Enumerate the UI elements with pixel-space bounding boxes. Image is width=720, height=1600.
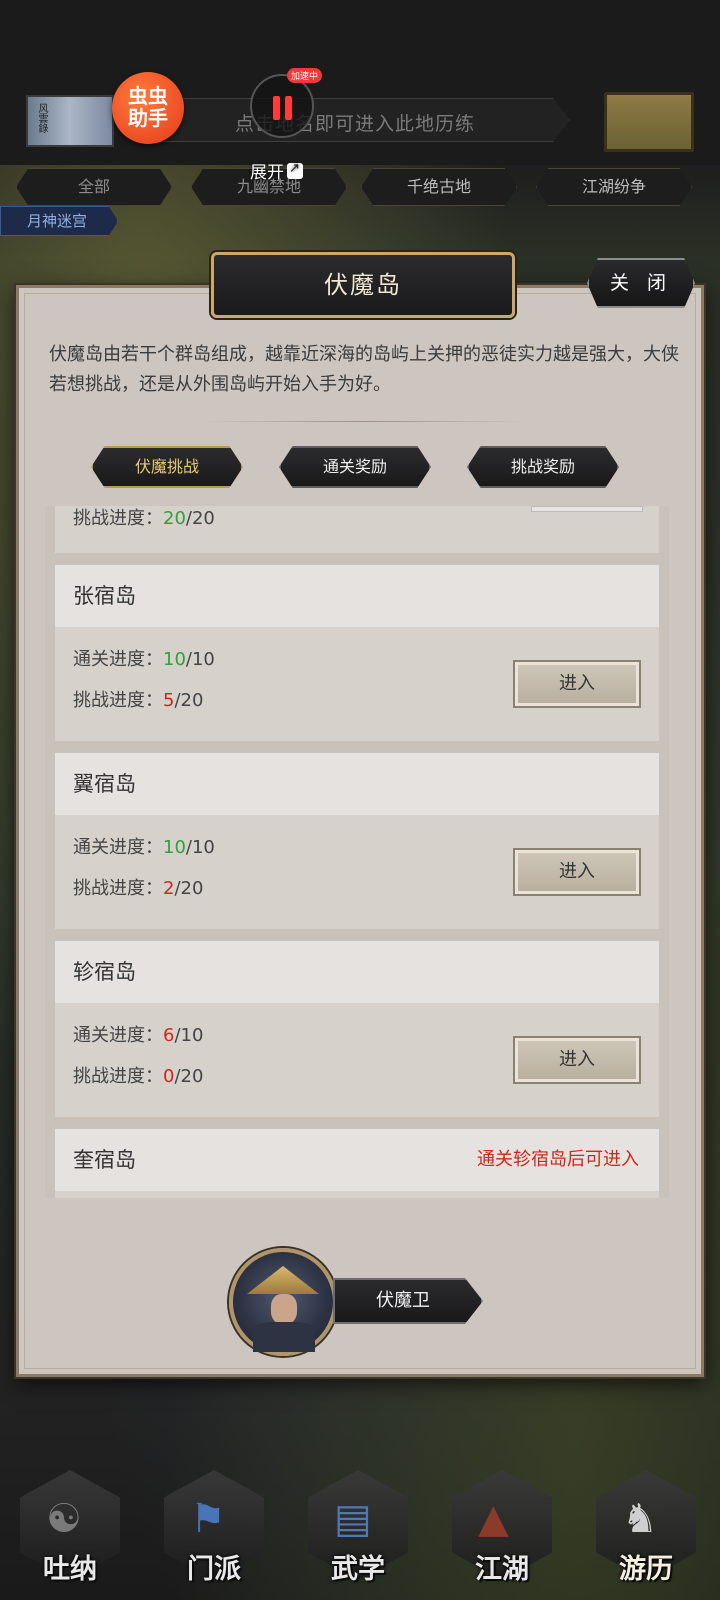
- divider: [199, 421, 529, 422]
- meditation-icon: ☯: [46, 1496, 82, 1542]
- island-name: 奎宿岛 通关轸宿岛后可进入: [55, 1129, 659, 1191]
- nav-jianghu[interactable]: ▲ 江湖: [440, 1470, 564, 1600]
- challenge-progress: 挑战进度：5/20: [73, 690, 204, 711]
- book-icon: ▤: [334, 1496, 372, 1542]
- list-item: 挑战进度：20/20: [55, 506, 659, 553]
- island-name: 张宿岛: [55, 565, 659, 627]
- list-item: 轸宿岛 通关进度：6/10 挑战进度：0/20 进入: [55, 941, 659, 1117]
- enter-button[interactable]: 进入: [513, 848, 641, 896]
- island-dialog: 伏魔岛 关 闭 伏魔岛由若干个群岛组成，越靠近深海的岛屿上关押的恶徒实力越是强大…: [16, 252, 704, 1377]
- enter-button[interactable]: 进入: [513, 1036, 641, 1084]
- nav-travel[interactable]: ♞ 游历: [584, 1470, 708, 1600]
- map-region-tabs: 全部 九幽禁地 千绝古地 江湖纷争: [16, 168, 706, 208]
- npc-avatar[interactable]: [229, 1248, 337, 1356]
- lock-requirement: 通关轸宿岛后可进入: [477, 1149, 639, 1170]
- scroll-thumbnail[interactable]: 风雲錄: [26, 95, 114, 147]
- dialog-title: 伏魔岛: [211, 252, 515, 318]
- tab-fumo-challenge[interactable]: 伏魔挑战: [91, 446, 243, 488]
- expand-icon: [287, 161, 303, 179]
- nav-tuna[interactable]: ☯ 吐纳: [8, 1470, 132, 1600]
- assistant-logo[interactable]: 虫虫 助手: [112, 72, 184, 144]
- clear-progress: 通关进度：10/10: [73, 649, 215, 670]
- island-name: 翼宿岛: [55, 753, 659, 815]
- map-hint-bar: 点击地名即可进入此地历练: [150, 98, 570, 142]
- island-list[interactable]: 挑战进度：20/20 张宿岛 通关进度：10/10 挑战进度：5/20 进入 翼…: [45, 506, 669, 1198]
- clear-progress: 通关进度：10/10: [73, 837, 215, 858]
- tab-clear-rewards[interactable]: 通关奖励: [279, 446, 431, 488]
- enter-button[interactable]: [531, 506, 643, 512]
- challenge-progress: 挑战进度：20/20: [73, 508, 215, 529]
- speed-badge: 加速中: [287, 68, 323, 83]
- nav-martial-arts[interactable]: ▤ 武学: [296, 1470, 420, 1600]
- map-tab-all[interactable]: 全部: [16, 168, 172, 206]
- bottom-nav: ☯ 吐纳 ⚑ 门派 ▤ 武学 ▲ 江湖 ♞ 游历: [0, 1450, 720, 1600]
- list-item-locked: 奎宿岛 通关轸宿岛后可进入: [55, 1129, 659, 1198]
- challenge-progress: 挑战进度：0/20: [73, 1066, 204, 1087]
- pause-button[interactable]: [250, 74, 314, 138]
- banner-icon: ⚑: [190, 1496, 226, 1542]
- world-map-thumbnail[interactable]: [604, 92, 694, 152]
- expand-button[interactable]: 展开: [250, 158, 303, 183]
- dialog-description: 伏魔岛由若干个群岛组成，越靠近深海的岛屿上关押的恶徒实力越是强大，大侠若想挑战，…: [49, 344, 679, 395]
- tab-challenge-rewards[interactable]: 挑战奖励: [467, 446, 619, 488]
- nav-sect[interactable]: ⚑ 门派: [152, 1470, 276, 1600]
- straw-hat-icon: [247, 1266, 319, 1294]
- list-item: 张宿岛 通关进度：10/10 挑战进度：5/20 进入: [55, 565, 659, 741]
- npc-name-plate[interactable]: 伏魔卫: [333, 1278, 483, 1324]
- map-tab-qianjue[interactable]: 千绝古地: [361, 168, 517, 206]
- clear-progress: 通关进度：6/10: [73, 1025, 204, 1046]
- map-location-moon-maze[interactable]: 月神迷宫: [0, 206, 118, 236]
- pause-icon: [273, 96, 280, 120]
- map-tab-jianghu[interactable]: 江湖纷争: [536, 168, 692, 206]
- horse-icon: ♞: [622, 1496, 658, 1542]
- hat-icon: ▲: [478, 1496, 509, 1542]
- island-name: 轸宿岛: [55, 941, 659, 1003]
- enter-button[interactable]: 进入: [513, 660, 641, 708]
- list-item: 翼宿岛 通关进度：10/10 挑战进度：2/20 进入: [55, 753, 659, 929]
- close-button[interactable]: 关 闭: [587, 258, 695, 308]
- challenge-progress: 挑战进度：2/20: [73, 878, 204, 899]
